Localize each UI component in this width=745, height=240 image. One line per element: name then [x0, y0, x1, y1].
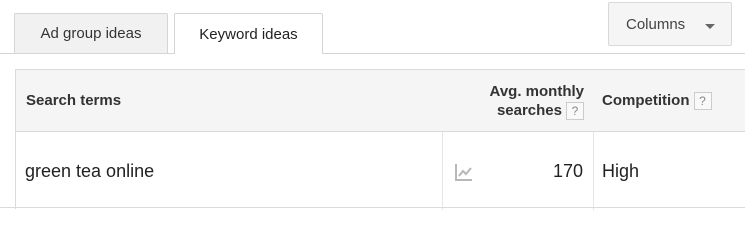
help-icon[interactable]: ?: [566, 102, 584, 121]
header-avg-line2-text: searches: [496, 102, 562, 119]
keyword-term: green tea online: [25, 161, 155, 181]
header-competition-label: Competition: [602, 92, 690, 109]
tab-divider: [0, 53, 745, 54]
columns-button-label: Columns: [626, 16, 686, 33]
header-search-terms[interactable]: Search terms: [26, 92, 121, 109]
help-icon[interactable]: ?: [693, 92, 712, 111]
keyword-table: Search terms Avg. monthly searches? Comp…: [15, 69, 745, 210]
header-avg-line1: Avg. monthly: [489, 83, 584, 100]
table-bottom-border: [0, 207, 745, 208]
columns-button[interactable]: Columns: [608, 2, 732, 46]
caret-down-icon: [705, 24, 715, 29]
header-competition[interactable]: Competition?: [602, 92, 712, 111]
tab-keyword-ideas[interactable]: Keyword ideas: [174, 13, 323, 54]
header-avg-monthly-searches[interactable]: Avg. monthly searches?: [489, 82, 584, 121]
keyword-planner-panel: Ad group ideas Keyword ideas Columns Sea…: [0, 0, 745, 210]
table-row: green tea online 170 High: [16, 132, 745, 210]
avg-monthly-searches-value: 170: [552, 161, 583, 181]
column-divider: [442, 132, 443, 210]
column-divider: [593, 132, 594, 210]
trend-chart-icon[interactable]: [454, 162, 474, 182]
table-header: Search terms Avg. monthly searches? Comp…: [16, 70, 745, 132]
tab-ad-group-ideas[interactable]: Ad group ideas: [14, 13, 168, 53]
header-avg-line2: searches?: [490, 101, 584, 121]
competition-value: High: [602, 161, 640, 181]
